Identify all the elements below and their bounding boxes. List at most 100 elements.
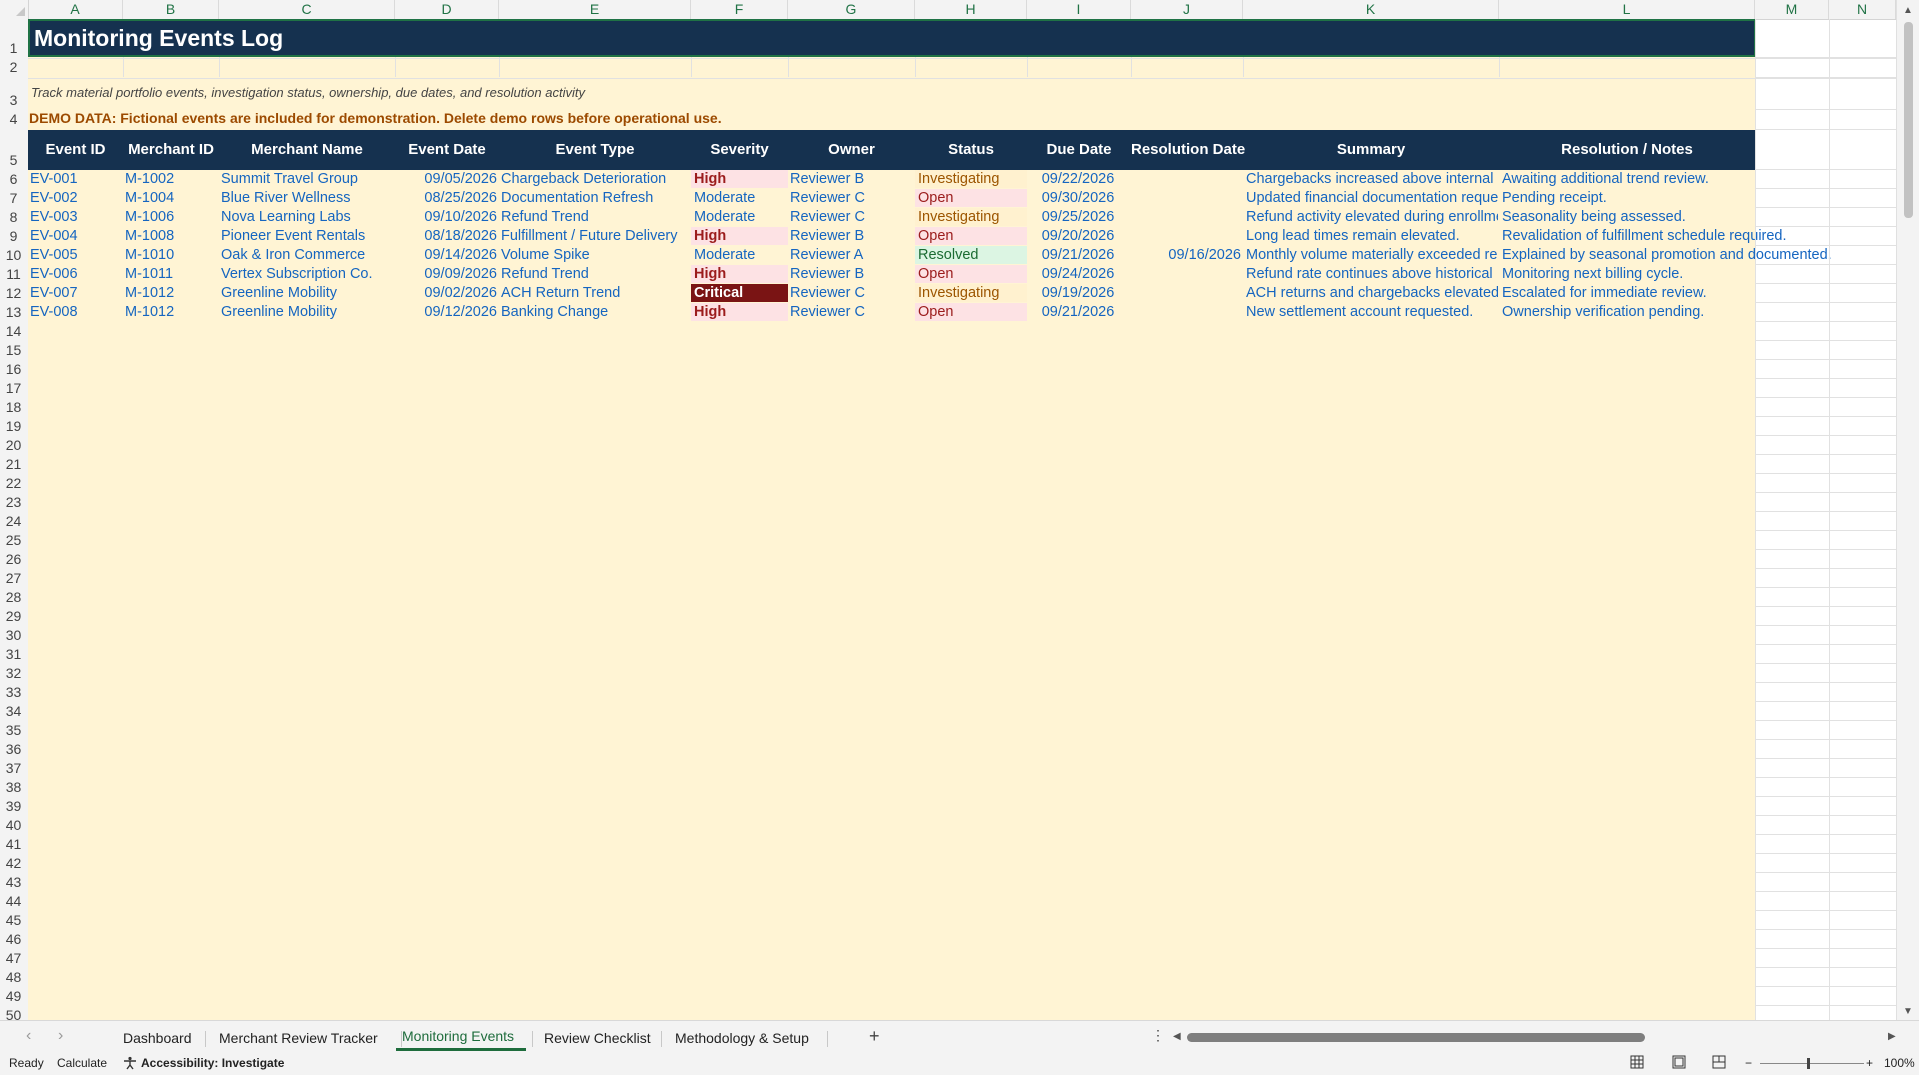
zoom-slider[interactable] xyxy=(1760,1063,1864,1064)
cell-merchant-name[interactable]: Greenline Mobility xyxy=(221,284,393,303)
page-break-icon[interactable] xyxy=(1712,1055,1726,1072)
cell-notes[interactable]: Explained by seasonal promotion and docu… xyxy=(1502,246,1862,265)
row-header-33[interactable]: 33 xyxy=(0,683,27,702)
cell-summary[interactable]: Chargebacks increased above internal xyxy=(1246,170,1498,189)
cell-due-date[interactable]: 09/22/2026 xyxy=(1027,170,1129,189)
row-header-8[interactable]: 8 xyxy=(0,208,27,227)
cell-merchant-id[interactable]: M-1012 xyxy=(125,284,217,303)
row-header-24[interactable]: 24 xyxy=(0,512,27,531)
severity-badge[interactable]: High xyxy=(691,303,788,321)
column-header-h[interactable]: H xyxy=(915,0,1027,19)
cell-owner[interactable]: Reviewer C xyxy=(790,284,913,303)
row-header-35[interactable]: 35 xyxy=(0,721,27,740)
row-header-39[interactable]: 39 xyxy=(0,797,27,816)
cell-event-type[interactable]: ACH Return Trend xyxy=(501,284,689,303)
cell-owner[interactable]: Reviewer C xyxy=(790,303,913,322)
cell-notes[interactable]: Monitoring next billing cycle. xyxy=(1502,265,1862,284)
cell-id[interactable]: EV-007 xyxy=(30,284,121,303)
cell-notes[interactable]: Ownership verification pending. xyxy=(1502,303,1862,322)
cell-merchant-id[interactable]: M-1008 xyxy=(125,227,217,246)
cell-merchant-id[interactable]: M-1002 xyxy=(125,170,217,189)
cell-resolution-date[interactable] xyxy=(1131,170,1241,189)
row-header-15[interactable]: 15 xyxy=(0,341,27,360)
column-header-k[interactable]: K xyxy=(1243,0,1499,19)
cell-event-type[interactable]: Chargeback Deterioration xyxy=(501,170,689,189)
row-header-11[interactable]: 11 xyxy=(0,265,27,284)
column-header-l[interactable]: L xyxy=(1499,0,1755,19)
cell-due-date[interactable]: 09/21/2026 xyxy=(1027,246,1129,265)
tab-dashboard[interactable]: Dashboard xyxy=(123,1027,192,1049)
row-header-43[interactable]: 43 xyxy=(0,873,27,892)
status-badge[interactable]: Resolved xyxy=(915,246,1027,264)
tab-merchant-review-tracker[interactable]: Merchant Review Tracker xyxy=(219,1027,378,1049)
cell-due-date[interactable]: 09/25/2026 xyxy=(1027,208,1129,227)
cell-merchant-id[interactable]: M-1010 xyxy=(125,246,217,265)
cell-owner[interactable]: Reviewer B xyxy=(790,227,913,246)
zoom-out-icon[interactable]: − xyxy=(1745,1056,1752,1070)
cell-merchant-name[interactable]: Nova Learning Labs xyxy=(221,208,393,227)
cell-due-date[interactable]: 09/30/2026 xyxy=(1027,189,1129,208)
cell-notes[interactable]: Seasonality being assessed. xyxy=(1502,208,1862,227)
row-header-32[interactable]: 32 xyxy=(0,664,27,683)
cell-event-type[interactable]: Refund Trend xyxy=(501,208,689,227)
cell-event-date[interactable]: 08/25/2026 xyxy=(395,189,497,208)
cell-event-date[interactable]: 09/12/2026 xyxy=(395,303,497,322)
row-header-37[interactable]: 37 xyxy=(0,759,27,778)
column-header-e[interactable]: E xyxy=(499,0,691,19)
column-header-b[interactable]: B xyxy=(123,0,219,19)
cell-event-type[interactable]: Refund Trend xyxy=(501,265,689,284)
status-badge[interactable]: Investigating xyxy=(915,284,1027,302)
row-header-7[interactable]: 7 xyxy=(0,189,27,208)
cell-event-date[interactable]: 09/14/2026 xyxy=(395,246,497,265)
cell-event-type[interactable]: Documentation Refresh xyxy=(501,189,689,208)
row-header-26[interactable]: 26 xyxy=(0,550,27,569)
row-header-19[interactable]: 19 xyxy=(0,417,27,436)
title-cell[interactable]: Monitoring Events Log xyxy=(28,19,1756,57)
row-header-12[interactable]: 12 xyxy=(0,284,27,303)
cell-owner[interactable]: Reviewer B xyxy=(790,265,913,284)
row-header-31[interactable]: 31 xyxy=(0,645,27,664)
row-header-46[interactable]: 46 xyxy=(0,930,27,949)
row-header-25[interactable]: 25 xyxy=(0,531,27,550)
cell-event-type[interactable]: Fulfillment / Future Delivery xyxy=(501,227,689,246)
cell-merchant-name[interactable]: Summit Travel Group xyxy=(221,170,393,189)
row-header-4[interactable]: 4 xyxy=(0,110,27,130)
cell-event-date[interactable]: 09/09/2026 xyxy=(395,265,497,284)
status-badge[interactable]: Open xyxy=(915,265,1027,283)
cell-event-date[interactable]: 09/05/2026 xyxy=(395,170,497,189)
cell-id[interactable]: EV-001 xyxy=(30,170,121,189)
row-header-27[interactable]: 27 xyxy=(0,569,27,588)
hscroll-left-icon[interactable]: ◀ xyxy=(1173,1031,1181,1042)
status-badge[interactable]: Investigating xyxy=(915,170,1027,188)
cell-due-date[interactable]: 09/21/2026 xyxy=(1027,303,1129,322)
scroll-down-icon[interactable]: ▼ xyxy=(1903,1006,1913,1017)
status-badge[interactable]: Open xyxy=(915,189,1027,207)
accessibility-icon[interactable] xyxy=(123,1056,137,1073)
cell-resolution-date[interactable] xyxy=(1131,303,1241,322)
severity-badge[interactable]: Moderate xyxy=(691,208,788,226)
column-header-a[interactable]: A xyxy=(28,0,123,19)
column-header-j[interactable]: J xyxy=(1131,0,1243,19)
normal-view-icon[interactable] xyxy=(1630,1055,1644,1072)
row-header-30[interactable]: 30 xyxy=(0,626,27,645)
cell-resolution-date[interactable] xyxy=(1131,227,1241,246)
row-header-16[interactable]: 16 xyxy=(0,360,27,379)
zoom-slider-thumb[interactable] xyxy=(1807,1058,1810,1069)
row-header-47[interactable]: 47 xyxy=(0,949,27,968)
cell-summary[interactable]: Refund rate continues above historical xyxy=(1246,265,1498,284)
cell-id[interactable]: EV-004 xyxy=(30,227,121,246)
page-layout-icon[interactable] xyxy=(1672,1055,1686,1072)
cell-merchant-name[interactable]: Vertex Subscription Co. xyxy=(221,265,393,284)
row-header-36[interactable]: 36 xyxy=(0,740,27,759)
cell-merchant-name[interactable]: Pioneer Event Rentals xyxy=(221,227,393,246)
row-header-13[interactable]: 13 xyxy=(0,303,27,322)
zoom-in-icon[interactable]: + xyxy=(1866,1056,1873,1070)
column-header-n[interactable]: N xyxy=(1829,0,1896,19)
status-badge[interactable]: Open xyxy=(915,227,1027,245)
row-header-6[interactable]: 6 xyxy=(0,170,27,189)
row-header-38[interactable]: 38 xyxy=(0,778,27,797)
cell-id[interactable]: EV-005 xyxy=(30,246,121,265)
cell-id[interactable]: EV-003 xyxy=(30,208,121,227)
cell-merchant-id[interactable]: M-1011 xyxy=(125,265,217,284)
row-header-42[interactable]: 42 xyxy=(0,854,27,873)
